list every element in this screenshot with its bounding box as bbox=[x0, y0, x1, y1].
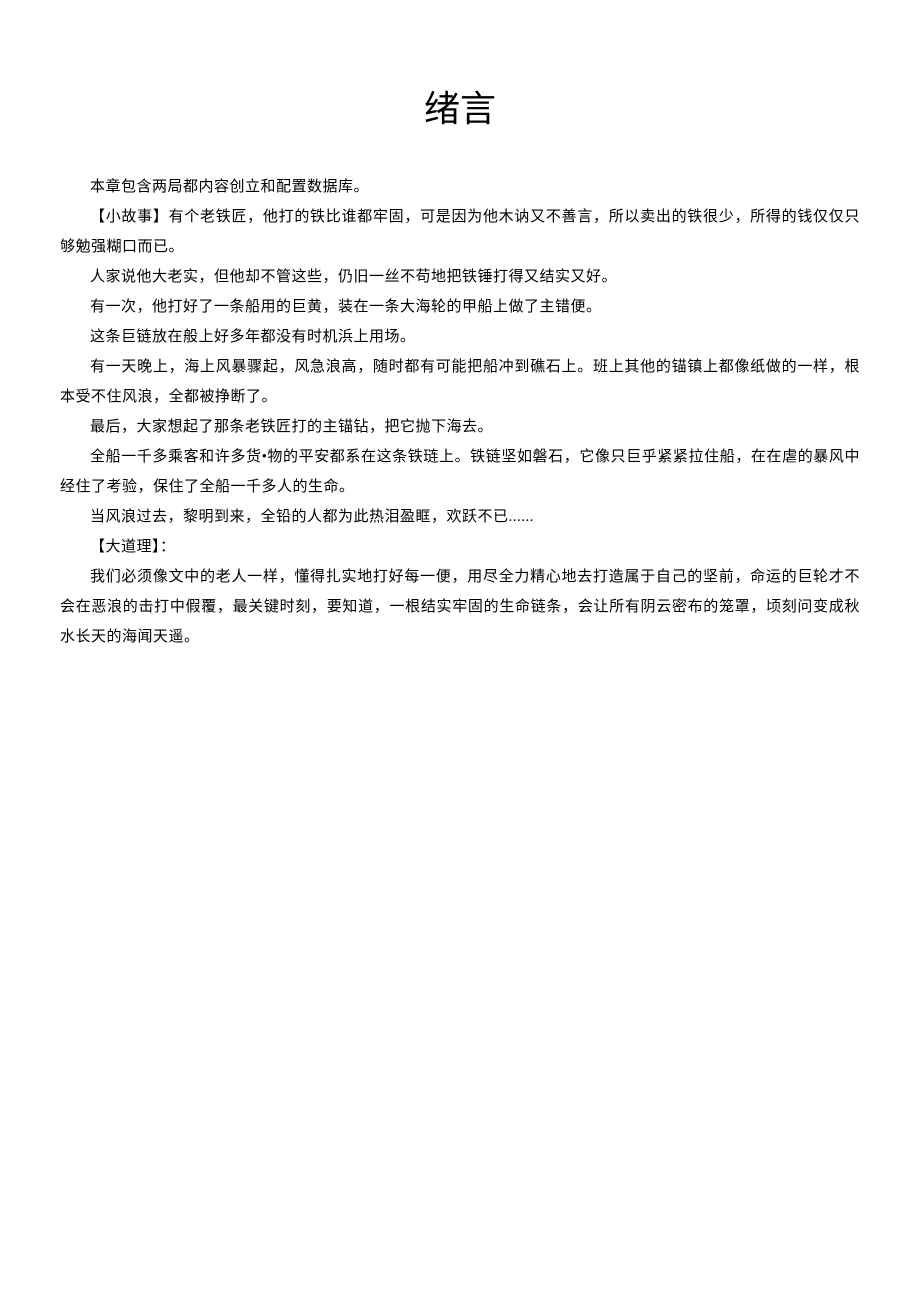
paragraph-10: 我们必须像文中的老人一样，懂得扎实地打好每一便，用尽全力精心地去打造属于自己的坚… bbox=[60, 562, 860, 652]
paragraph-5: 有一天晚上，海上风暴骤起，风急浪高，随时都有可能把船冲到礁石上。班上其他的锚镇上… bbox=[60, 352, 860, 412]
paragraph-9: 【大道理】： bbox=[60, 532, 860, 562]
paragraph-2: 人家说他大老实，但他却不管这些，仍旧一丝不苟地把铁锤打得又结实又好。 bbox=[60, 262, 860, 292]
page-title: 绪言 bbox=[60, 80, 860, 132]
paragraph-3: 有一次，他打好了一条船用的巨黄，装在一条大海轮的甲船上做了主错便。 bbox=[60, 292, 860, 322]
paragraph-7: 全船一千多乘客和许多货•物的平安都系在这条铁琏上。铁链坚如磐石，它像只巨乎紧紧拉… bbox=[60, 442, 860, 502]
paragraph-6: 最后，大家想起了那条老铁匠打的主锚钻，把它抛下海去。 bbox=[60, 412, 860, 442]
paragraph-4: 这条巨链放在般上好多年都没有时机浜上用场。 bbox=[60, 322, 860, 352]
paragraph-0: 本章包含两局都内容创立和配置数据库。 bbox=[60, 172, 860, 202]
paragraph-1: 【小故事】有个老铁匠，他打的铁比谁都牢固，可是因为他木讷又不善言，所以卖出的铁很… bbox=[60, 202, 860, 262]
paragraph-8: 当风浪过去，黎明到来，全铅的人都为此热泪盈眶，欢跃不已...... bbox=[60, 502, 860, 532]
